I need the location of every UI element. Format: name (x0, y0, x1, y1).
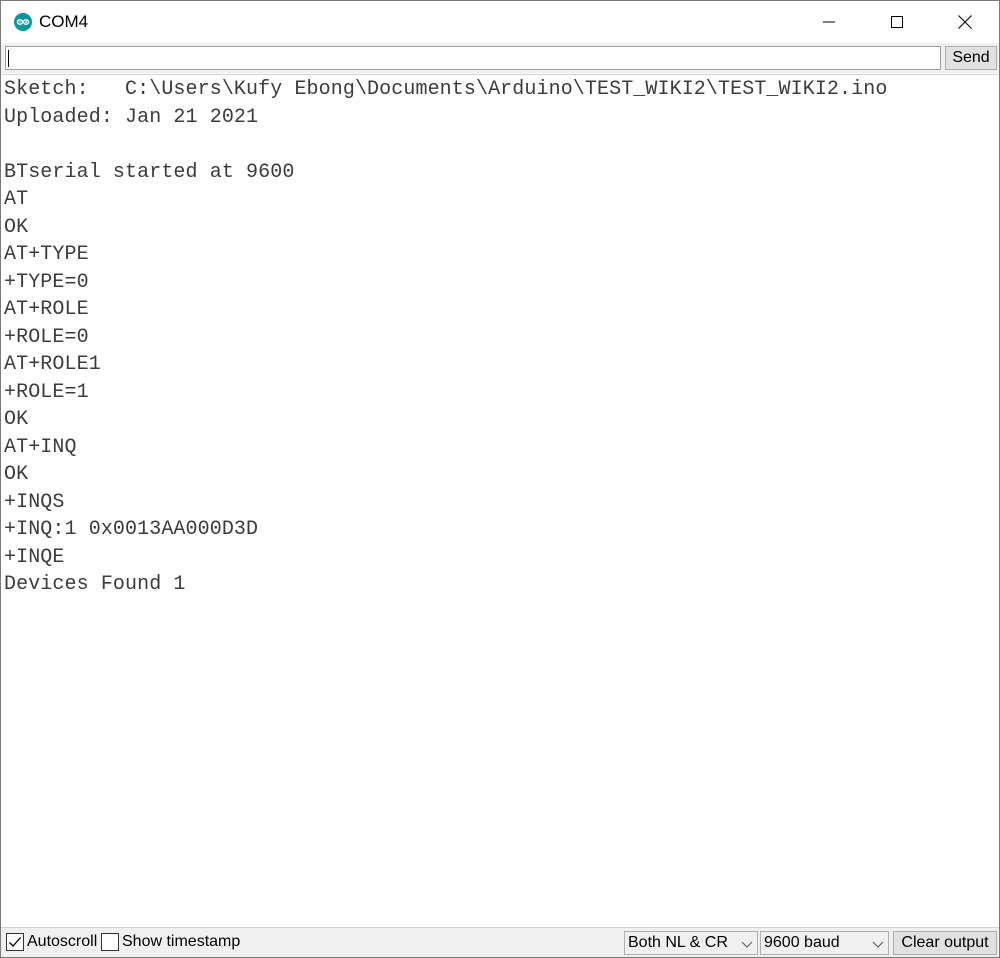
output-line: +ROLE=1 (4, 380, 89, 404)
send-button[interactable]: Send (945, 46, 997, 70)
output-line: AT+TYPE (4, 243, 89, 266)
serial-input-field[interactable] (5, 46, 941, 70)
minimize-button[interactable] (795, 1, 863, 43)
output-line: Devices Found 1 (4, 573, 186, 596)
chevron-down-icon (872, 941, 884, 948)
clear-output-button[interactable]: Clear output (893, 931, 997, 955)
text-caret (8, 50, 9, 67)
output-line: OK (4, 463, 29, 486)
output-line: Uploaded: Jan 21 2021 (4, 105, 259, 129)
close-button[interactable] (931, 1, 999, 43)
close-icon (958, 15, 972, 29)
arduino-logo-icon (14, 13, 32, 31)
maximize-icon (891, 16, 903, 28)
window-title: COM4 (39, 12, 89, 31)
output-line: Sketch: C:\Users\Kufy Ebong\Documents\Ar… (4, 78, 888, 101)
output-line: +TYPE=0 (4, 270, 89, 294)
minimize-icon (823, 21, 835, 23)
timestamp-checkbox[interactable] (101, 933, 119, 951)
baud-rate-value: 9600 baud (764, 934, 840, 951)
output-line: OK (4, 408, 29, 431)
autoscroll-label: Autoscroll (27, 933, 98, 950)
timestamp-label: Show timestamp (122, 933, 241, 950)
output-line: AT+ROLE1 (4, 353, 101, 376)
output-line: +INQE (4, 545, 65, 569)
autoscroll-toggle[interactable]: Autoscroll (6, 933, 97, 951)
output-line: AT (4, 188, 29, 211)
output-line: +ROLE=0 (4, 325, 89, 349)
serial-monitor-window: COM4 Send Sketch: C:\Users\Kufy Ebong\Do… (0, 0, 1000, 958)
status-bar: Autoscroll Show timestamp Both NL & CR 9… (1, 927, 999, 957)
output-line: +INQS (4, 490, 65, 514)
baud-rate-select[interactable]: 9600 baud (760, 931, 889, 955)
line-ending-value: Both NL & CR (628, 934, 728, 951)
output-line: BTserial started at 9600 (4, 160, 295, 184)
title-bar[interactable]: COM4 (1, 1, 999, 43)
line-ending-select[interactable]: Both NL & CR (624, 931, 758, 955)
output-line: OK (4, 215, 29, 239)
maximize-button[interactable] (863, 1, 931, 43)
timestamp-toggle[interactable]: Show timestamp (101, 933, 240, 951)
output-line: +INQ:1 0x0013AA000D3D (4, 518, 259, 541)
send-toolbar: Send (1, 43, 999, 73)
chevron-down-icon (741, 941, 753, 948)
serial-output-area[interactable]: Sketch: C:\Users\Kufy Ebong\Documents\Ar… (2, 74, 998, 927)
autoscroll-checkbox[interactable] (6, 933, 24, 951)
output-line: AT+INQ (4, 435, 77, 459)
output-line: AT+ROLE (4, 298, 89, 321)
checkmark-icon (9, 937, 21, 947)
